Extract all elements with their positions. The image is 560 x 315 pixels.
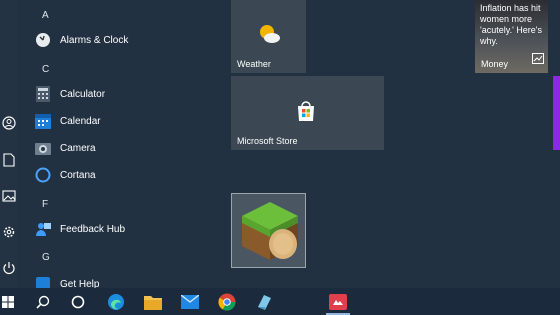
taskbar	[0, 288, 560, 315]
partial-tile[interactable]	[553, 76, 560, 150]
chrome-icon[interactable]	[217, 292, 237, 312]
power-icon[interactable]	[1, 260, 16, 275]
app-icon[interactable]	[254, 292, 274, 312]
file-explorer-icon[interactable]	[143, 292, 163, 312]
app-calculator[interactable]: Calculator	[34, 82, 105, 106]
store-icon	[295, 100, 317, 127]
app-red-icon[interactable]	[328, 292, 348, 312]
app-label: Camera	[60, 142, 96, 154]
settings-icon[interactable]	[1, 224, 16, 239]
section-header-f[interactable]: F	[42, 199, 48, 210]
feedback-hub-icon	[34, 220, 52, 238]
app-label: Calendar	[60, 115, 101, 127]
calculator-icon	[34, 85, 52, 103]
section-header-c[interactable]: C	[42, 64, 49, 75]
tile-label: Weather	[237, 59, 271, 69]
alarm-clock-icon	[34, 31, 52, 49]
app-label: Cortana	[60, 169, 96, 181]
weather-tile[interactable]: Weather	[231, 0, 306, 73]
app-calendar[interactable]: Calendar	[34, 109, 101, 133]
start-icon[interactable]	[0, 292, 16, 312]
app-label: Alarms & Clock	[60, 34, 129, 46]
tile-label: Money	[481, 59, 509, 69]
calendar-icon	[34, 112, 52, 130]
money-tile[interactable]: Inflation has hit women more 'acutely.' …	[475, 0, 548, 73]
minecraft-tile[interactable]	[231, 193, 306, 268]
section-header-g[interactable]: G	[42, 252, 50, 263]
edge-icon[interactable]	[106, 292, 126, 312]
section-header-a[interactable]: A	[42, 10, 49, 21]
mail-icon[interactable]	[180, 292, 200, 312]
app-alarms-clock[interactable]: Alarms & Clock	[34, 28, 128, 52]
camera-icon	[34, 139, 52, 157]
money-headline: Inflation has hit women more 'acutely.' …	[480, 3, 543, 46]
get-help-icon	[34, 275, 52, 288]
chart-icon	[532, 51, 544, 69]
app-cortana[interactable]: Cortana	[34, 163, 96, 187]
weather-icon	[257, 24, 281, 49]
app-camera[interactable]: Camera	[34, 136, 96, 160]
left-rail	[0, 0, 18, 288]
app-list: A Alarms & Clock C Calculator Calendar C…	[30, 0, 220, 288]
user-icon[interactable]	[1, 115, 16, 130]
app-feedback-hub[interactable]: Feedback Hub	[34, 217, 125, 241]
cortana-icon	[34, 166, 52, 184]
pictures-icon[interactable]	[1, 188, 16, 203]
documents-icon[interactable]	[1, 152, 16, 167]
search-icon[interactable]	[33, 292, 53, 312]
app-label: Feedback Hub	[60, 223, 126, 235]
app-label: Calculator	[60, 88, 106, 100]
tile-label: Microsoft Store	[237, 136, 298, 146]
task-view-icon[interactable]	[68, 292, 88, 312]
store-tile[interactable]: Microsoft Store	[231, 76, 384, 150]
app-get-help[interactable]: Get Help	[34, 272, 99, 288]
app-label: Get Help	[60, 278, 100, 289]
minecraft-icon	[240, 200, 300, 267]
